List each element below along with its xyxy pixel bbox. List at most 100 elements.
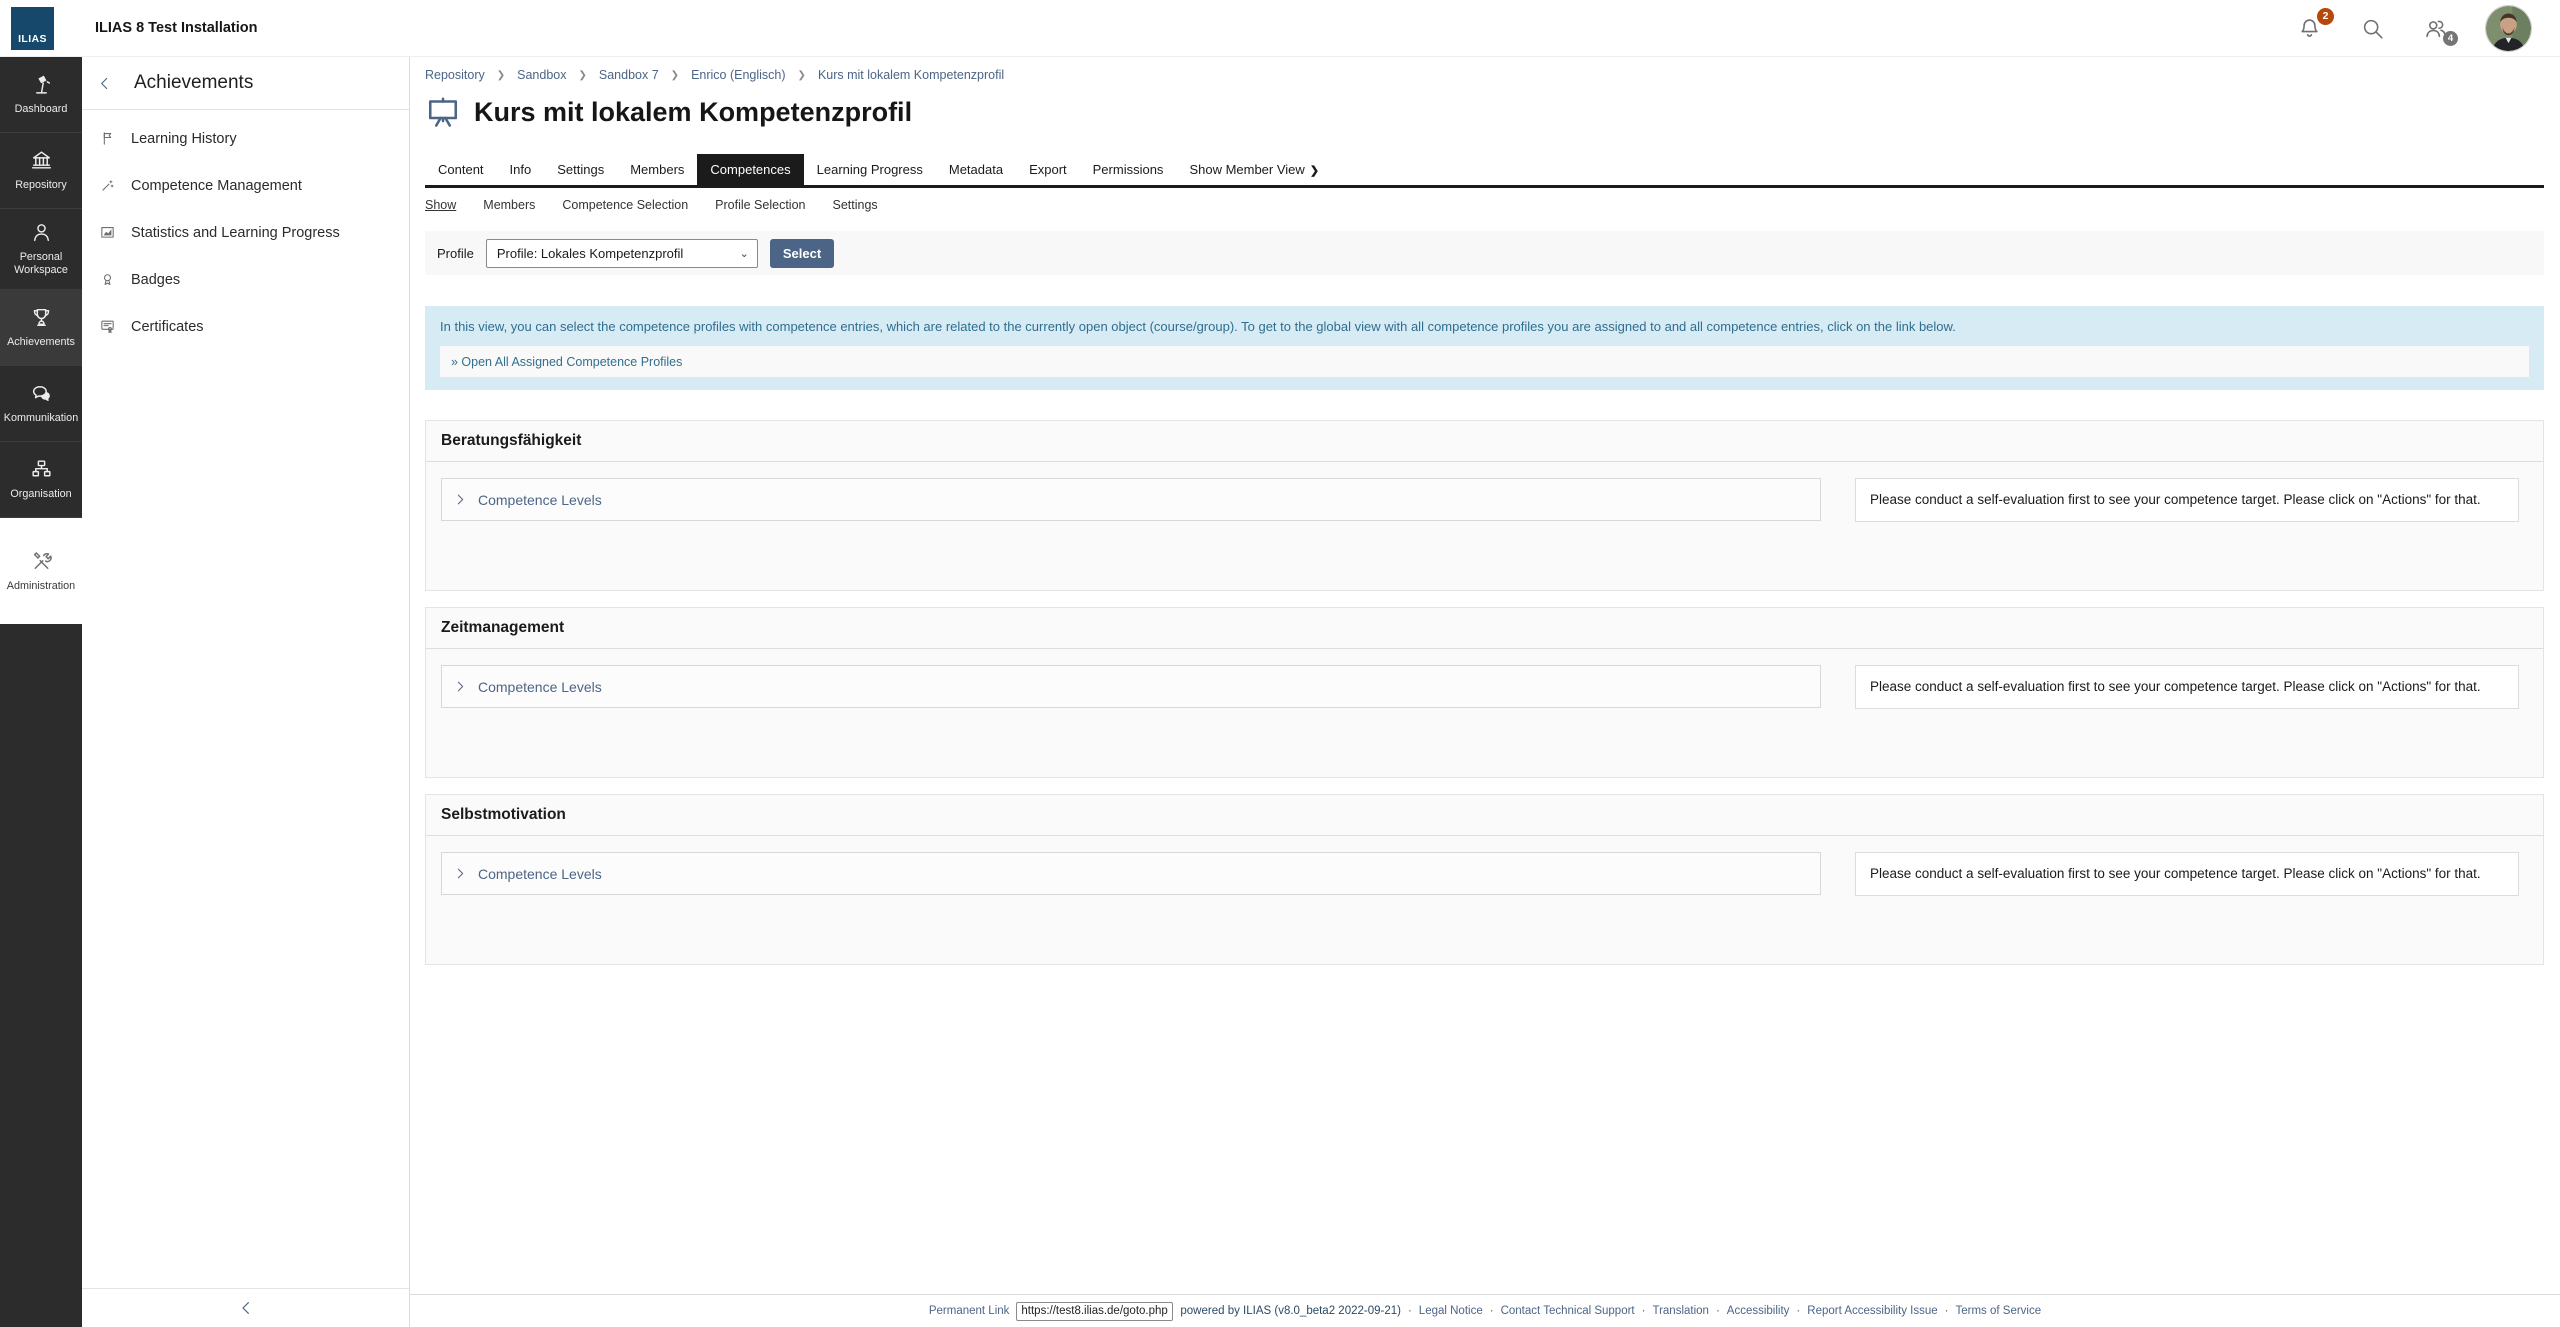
footer-link-legal-notice[interactable]: Legal Notice (1419, 1305, 1483, 1317)
mainbar-item-organisation[interactable]: Organisation (0, 442, 82, 518)
subtab-members[interactable]: Members (483, 198, 535, 212)
person-icon (29, 220, 54, 245)
competence-levels-accordion[interactable]: Competence Levels (441, 478, 1821, 521)
breadcrumb-enrico[interactable]: Enrico (Englisch) (691, 68, 785, 82)
powered-by-text: powered by ILIAS (v8.0_beta2 2022-09-21) (1180, 1305, 1401, 1317)
tab-show-member-view[interactable]: Show Member View❯ (1176, 154, 1332, 185)
footer-link-accessibility[interactable]: Accessibility (1727, 1305, 1790, 1317)
info-message-box: In this view, you can select the compete… (425, 306, 2544, 390)
competence-levels-link[interactable]: Competence Levels (478, 492, 602, 508)
who-is-online-button[interactable]: 4 (2422, 15, 2449, 42)
mainbar-label: Organisation (10, 488, 71, 501)
breadcrumb-sandbox7[interactable]: Sandbox 7 (599, 68, 659, 82)
tab-learning-progress[interactable]: Learning Progress (804, 154, 936, 185)
subtab-settings[interactable]: Settings (832, 198, 877, 212)
main-content: Repository ❯ Sandbox ❯ Sandbox 7 ❯ Enric… (410, 57, 2560, 1327)
mainbar-item-kommunikation[interactable]: Kommunikation (0, 366, 82, 442)
slate-back-button[interactable] (97, 76, 112, 91)
chevron-down-icon: ⌄ (740, 247, 749, 260)
mainbar-item-repository[interactable]: Repository (0, 133, 82, 209)
sidebar-item-badges[interactable]: Badges (82, 256, 409, 303)
chevron-right-icon: ❯ (1310, 165, 1319, 177)
chevron-right-icon (454, 867, 467, 880)
open-all-profiles-link[interactable]: » Open All Assigned Competence Profiles (451, 355, 682, 369)
competence-levels-accordion[interactable]: Competence Levels (441, 852, 1821, 895)
chevron-right-icon: ❯ (579, 70, 587, 81)
tab-competences[interactable]: Competences (697, 154, 803, 185)
chevron-left-icon (238, 1300, 254, 1316)
installation-title: ILIAS 8 Test Installation (95, 20, 257, 36)
subtab-show[interactable]: Show (425, 198, 456, 212)
slate-collapse-button[interactable] (82, 1288, 409, 1327)
footer-link-translation[interactable]: Translation (1652, 1305, 1708, 1317)
competence-levels-accordion[interactable]: Competence Levels (441, 665, 1821, 708)
footer-link-contact-support[interactable]: Contact Technical Support (1501, 1305, 1635, 1317)
tab-content[interactable]: Content (425, 154, 497, 185)
chevron-right-icon: ❯ (497, 70, 505, 81)
search-button[interactable] (2359, 15, 2386, 42)
chevron-right-icon: ❯ (798, 70, 806, 81)
slate-title: Achievements (134, 72, 253, 94)
dashboard-lamp-icon (29, 72, 54, 97)
mainbar-item-administration[interactable]: Administration (0, 518, 82, 624)
competence-levels-link[interactable]: Competence Levels (478, 866, 602, 882)
tab-info[interactable]: Info (497, 154, 545, 185)
ilias-logo[interactable]: ILIAS (11, 7, 54, 50)
permanent-link[interactable]: Permanent Link (929, 1305, 1010, 1317)
mainbar-item-achievements[interactable]: Achievements (0, 290, 82, 366)
footer-separator: · (1796, 1305, 1800, 1317)
org-chart-icon (29, 457, 54, 482)
profile-select-value: Profile: Lokales Kompetenzprofil (497, 246, 683, 261)
panel-title: Selbstmotivation (426, 795, 2543, 836)
panel-title: Beratungsfähigkeit (426, 421, 2543, 462)
mainbar-item-personal-workspace[interactable]: Personal Workspace (0, 209, 82, 290)
self-evaluation-message: Please conduct a self-evaluation first t… (1855, 852, 2519, 896)
topbar-actions: 2 4 (2296, 5, 2532, 52)
sidebar-item-label: Badges (131, 272, 180, 288)
breadcrumb-repository[interactable]: Repository (425, 68, 485, 82)
trophy-icon (29, 305, 54, 330)
chevron-right-icon: ❯ (671, 70, 679, 81)
sidebar-item-certificates[interactable]: Certificates (82, 303, 409, 350)
sidebar-item-statistics[interactable]: Statistics and Learning Progress (82, 209, 409, 256)
subtab-profile-selection[interactable]: Profile Selection (715, 198, 805, 212)
footer-separator: · (1716, 1305, 1720, 1317)
competence-levels-link[interactable]: Competence Levels (478, 679, 602, 695)
sidebar-item-learning-history[interactable]: Learning History (82, 115, 409, 162)
online-count-badge: 4 (2443, 31, 2458, 46)
breadcrumb-current[interactable]: Kurs mit lokalem Kompetenzprofil (818, 68, 1004, 82)
subtab-competence-selection[interactable]: Competence Selection (562, 198, 688, 212)
mainbar-label: Repository (15, 179, 67, 192)
course-easel-icon (425, 94, 461, 130)
user-avatar[interactable] (2485, 5, 2532, 52)
tab-export[interactable]: Export (1016, 154, 1080, 185)
select-button[interactable]: Select (770, 239, 834, 268)
top-bar: ILIAS ILIAS 8 Test Installation 2 4 (0, 0, 2560, 57)
chevron-left-icon (97, 76, 112, 91)
mainbar-item-dashboard[interactable]: Dashboard (0, 57, 82, 133)
notification-count-badge: 2 (2317, 8, 2334, 25)
sidebar-item-competence-management[interactable]: Competence Management (82, 162, 409, 209)
app-layout: Dashboard Repository Personal Workspace (0, 57, 2560, 1327)
permanent-link-input[interactable] (1016, 1302, 1173, 1321)
tab-metadata[interactable]: Metadata (936, 154, 1016, 185)
sidebar-item-label: Certificates (131, 319, 204, 335)
breadcrumb-sandbox[interactable]: Sandbox (517, 68, 566, 82)
footer-link-terms[interactable]: Terms of Service (1956, 1305, 2042, 1317)
tab-permissions[interactable]: Permissions (1080, 154, 1177, 185)
wand-icon (99, 177, 116, 194)
self-evaluation-message: Please conduct a self-evaluation first t… (1855, 478, 2519, 522)
chart-icon (99, 224, 116, 241)
search-icon (2359, 15, 2386, 42)
tab-bar: Content Info Settings Members Competence… (425, 154, 2544, 188)
slate-header: Achievements (82, 57, 409, 110)
footer-separator: · (1642, 1305, 1646, 1317)
tab-settings[interactable]: Settings (544, 154, 617, 185)
main-bar: Dashboard Repository Personal Workspace (0, 57, 82, 1327)
notification-bell-button[interactable]: 2 (2296, 15, 2323, 42)
footer-link-report-accessibility[interactable]: Report Accessibility Issue (1807, 1305, 1937, 1317)
flag-icon (99, 130, 116, 147)
mainbar-label: Dashboard (15, 103, 68, 116)
tab-members[interactable]: Members (617, 154, 697, 185)
profile-select[interactable]: Profile: Lokales Kompetenzprofil ⌄ (486, 239, 758, 268)
